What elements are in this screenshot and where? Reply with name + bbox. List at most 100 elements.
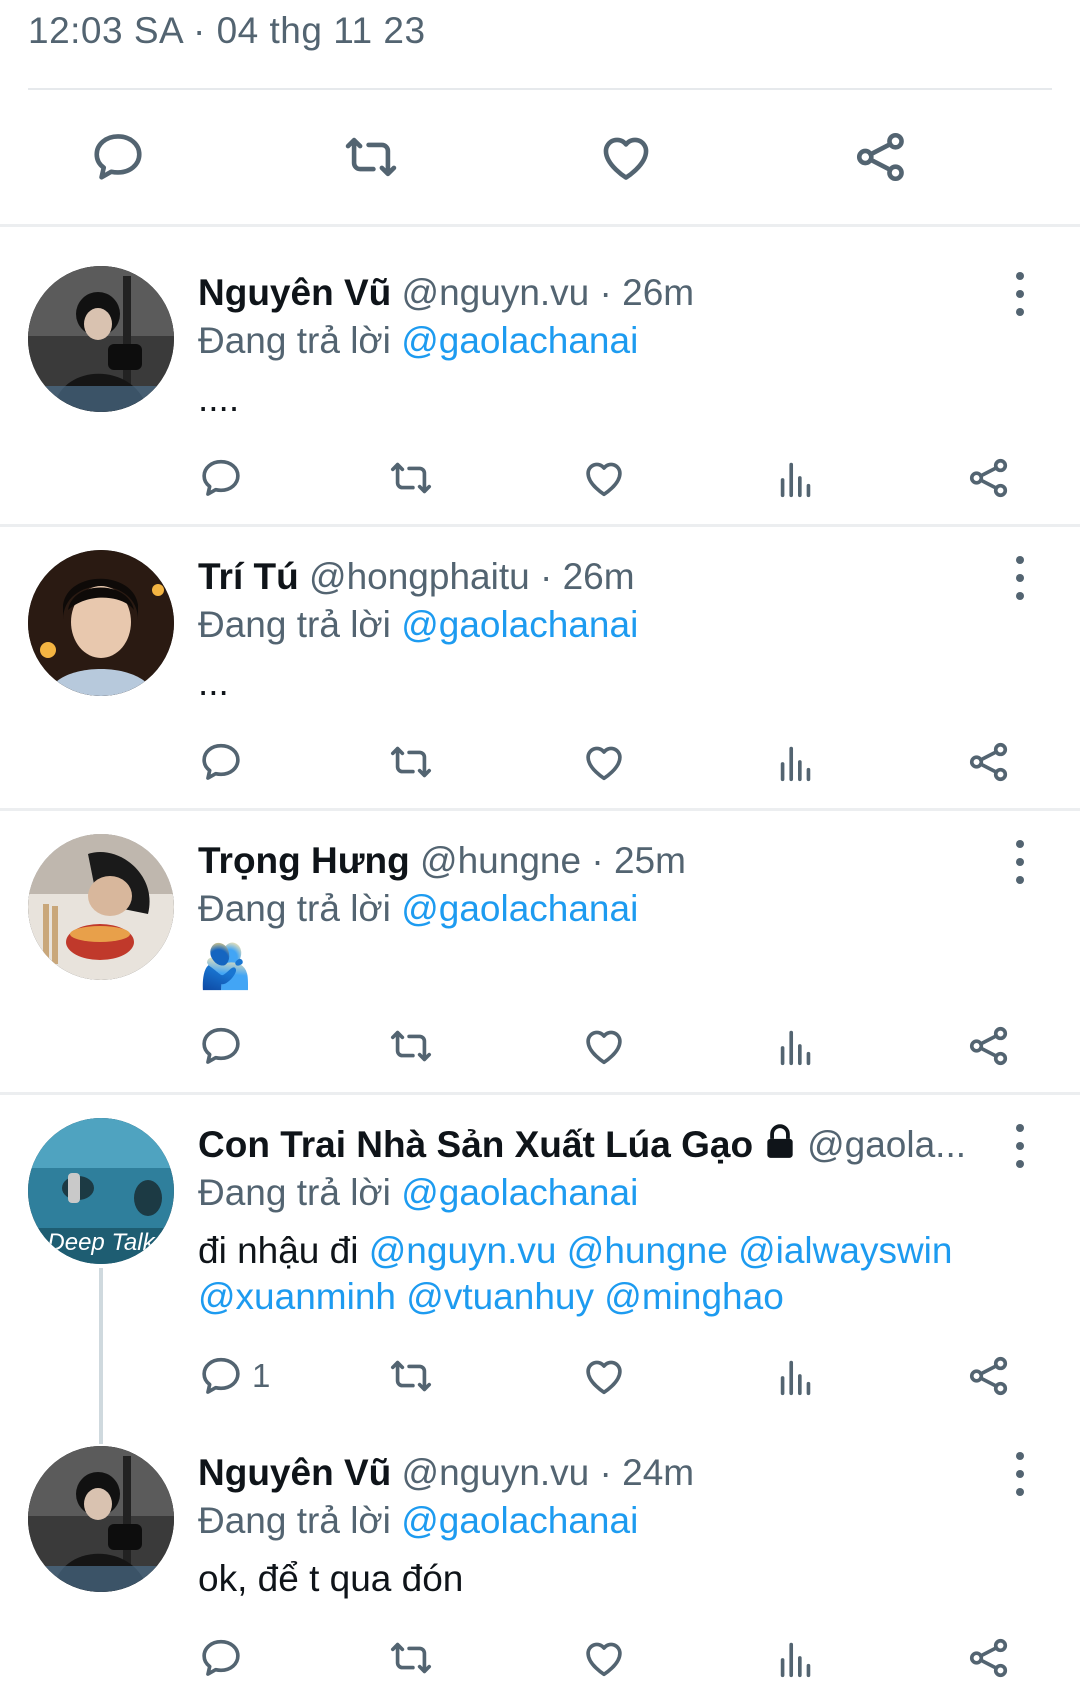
divider	[0, 224, 1080, 227]
display-name[interactable]: Nguyên Vũ	[198, 272, 391, 313]
divider	[0, 524, 1080, 527]
handle[interactable]: @hungne · 25m	[420, 840, 686, 881]
tweet-header: Trọng Hưng @hungne · 25m	[198, 838, 1020, 884]
analytics-icon	[780, 462, 811, 498]
reply-button[interactable]	[198, 448, 252, 508]
share-button[interactable]	[966, 1016, 1012, 1076]
like-button[interactable]	[581, 448, 627, 508]
more-options-icon[interactable]	[1008, 1124, 1032, 1168]
share-button[interactable]	[966, 448, 1012, 508]
like-button[interactable]	[581, 1016, 627, 1076]
share-button[interactable]	[966, 1346, 1012, 1406]
analytics-icon	[780, 1360, 811, 1396]
more-options-icon[interactable]	[1008, 840, 1032, 884]
more-options-icon[interactable]	[1008, 1452, 1032, 1496]
divider	[0, 1092, 1080, 1095]
handle[interactable]: @gaola...	[807, 1124, 966, 1165]
avatar[interactable]	[28, 1446, 174, 1592]
reply-count: 1	[252, 1357, 271, 1394]
avatar[interactable]	[28, 834, 174, 980]
retweet-icon	[345, 137, 397, 177]
tweet-header: Con Trai Nhà Sản Xuất Lúa Gạo @gaola...	[198, 1122, 1020, 1168]
avatar[interactable]	[28, 550, 174, 696]
analytics-button[interactable]	[773, 732, 819, 792]
like-icon	[586, 462, 622, 497]
display-name[interactable]: Nguyên Vũ	[198, 1452, 391, 1493]
replying-to: Đang trả lời @gaolachanai	[198, 602, 1020, 648]
tweet-action-bar	[0, 1628, 1080, 1688]
tweet-text: ok, để t qua đón	[198, 1558, 464, 1599]
like-button[interactable]	[596, 127, 656, 187]
like-button[interactable]	[581, 1346, 627, 1406]
retweet-icon	[390, 1360, 432, 1392]
replying-to: Đang trả lời @gaolachanai	[198, 1498, 1020, 1544]
analytics-button[interactable]	[773, 1346, 819, 1406]
replying-to-label: Đang trả lời	[198, 604, 391, 645]
like-icon	[586, 1360, 622, 1395]
more-options-icon[interactable]	[1008, 272, 1032, 316]
share-icon	[969, 458, 1008, 498]
reply-button[interactable]	[198, 1016, 252, 1076]
like-button[interactable]	[581, 732, 627, 792]
avatar[interactable]	[28, 266, 174, 412]
handle[interactable]: @nguyn.vu · 24m	[402, 1452, 695, 1493]
share-button[interactable]	[966, 1628, 1012, 1688]
tweet-timestamp: 12:03 SA · 04 thg 11 23	[28, 10, 426, 51]
analytics-button[interactable]	[773, 1628, 819, 1688]
reply-button[interactable]	[198, 1628, 252, 1688]
reply-icon	[202, 743, 240, 780]
handle[interactable]: @nguyn.vu · 26m	[402, 272, 695, 313]
reply-icon	[202, 1027, 240, 1064]
mention-link[interactable]: @gaolachanai	[401, 604, 638, 645]
like-button[interactable]	[581, 1628, 627, 1688]
share-icon	[856, 132, 904, 182]
tweet-action-bar	[0, 1016, 1080, 1076]
retweet-button[interactable]	[388, 1346, 434, 1406]
more-options-icon[interactable]	[1008, 556, 1032, 600]
reply-icon	[94, 134, 142, 180]
tweet-header: Nguyên Vũ @nguyn.vu · 24m	[198, 1450, 1020, 1496]
share-button[interactable]	[966, 732, 1012, 792]
retweet-icon	[390, 746, 432, 778]
mention-link[interactable]: @gaolachanai	[401, 888, 638, 929]
share-icon	[969, 1638, 1008, 1678]
retweet-button[interactable]	[388, 1016, 434, 1076]
mention-link[interactable]: @gaolachanai	[401, 1500, 638, 1541]
avatar-photo	[28, 834, 174, 980]
replying-to-label: Đang trả lời	[198, 1500, 391, 1541]
tweet-text-prefix: đi nhậu đi	[198, 1230, 369, 1271]
retweet-button[interactable]	[341, 127, 401, 187]
retweet-button[interactable]	[388, 1628, 434, 1688]
avatar-photo	[28, 1446, 174, 1592]
tweet-header: Trí Tú @hongphaitu · 26m	[198, 554, 1020, 600]
share-button[interactable]	[851, 127, 911, 187]
tweet-text: đi nhậu đi @nguyn.vu @hungne @ialwayswin…	[198, 1228, 1020, 1320]
tweet-action-bar	[0, 448, 1080, 508]
share-icon	[969, 1026, 1008, 1066]
analytics-button[interactable]	[773, 1016, 819, 1076]
like-icon	[586, 1642, 622, 1677]
replying-to-label: Đang trả lời	[198, 320, 391, 361]
display-name[interactable]: Con Trai Nhà Sản Xuất Lúa Gạo	[198, 1124, 753, 1165]
replying-to-label: Đang trả lời	[198, 1172, 391, 1213]
retweet-icon	[390, 1030, 432, 1062]
tweet-action-bar: 1	[0, 1346, 1080, 1406]
analytics-icon	[780, 746, 811, 782]
retweet-button[interactable]	[388, 448, 434, 508]
share-icon	[969, 742, 1008, 782]
retweet-button[interactable]	[388, 732, 434, 792]
reply-icon	[202, 459, 240, 496]
reply-button[interactable]: 1	[198, 1346, 270, 1406]
reply-button[interactable]	[198, 732, 252, 792]
display-name[interactable]: Trọng Hưng	[198, 840, 410, 881]
avatar[interactable]: Deep Talk	[28, 1118, 174, 1264]
like-icon	[586, 1030, 622, 1065]
analytics-button[interactable]	[773, 448, 819, 508]
handle[interactable]: @hongphaitu · 26m	[309, 556, 635, 597]
display-name[interactable]: Trí Tú	[198, 556, 299, 597]
mention-link[interactable]: @gaolachanai	[401, 320, 638, 361]
mention-link[interactable]: @gaolachanai	[401, 1172, 638, 1213]
avatar-photo	[28, 266, 174, 412]
lock-icon	[761, 1123, 799, 1168]
reply-button[interactable]	[88, 127, 148, 187]
